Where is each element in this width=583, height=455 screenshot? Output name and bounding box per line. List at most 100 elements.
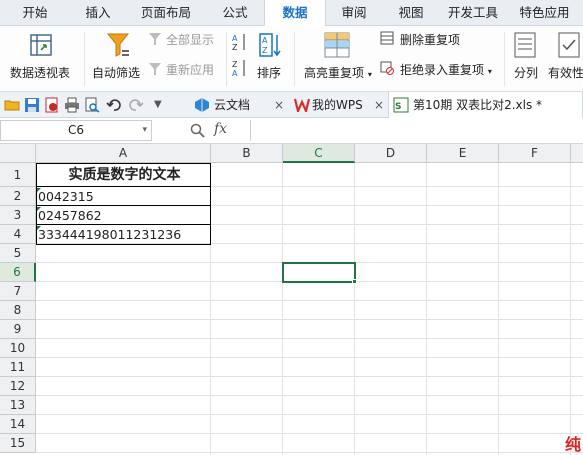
menu-tab-review[interactable]: 审阅	[326, 0, 382, 26]
row-header-3[interactable]: 3	[0, 206, 36, 225]
row-header-5[interactable]: 5	[0, 244, 36, 263]
cell-a1[interactable]: 实质是数字的文本	[36, 163, 211, 187]
print-preview-icon[interactable]	[84, 97, 100, 113]
menu-bar: 开始 插入 页面布局 公式 数据 审阅 视图 开发工具 特色应用	[0, 0, 583, 27]
column-header-c[interactable]: C	[283, 144, 355, 163]
grid-line	[36, 414, 583, 415]
row-header-7[interactable]: 7	[0, 282, 36, 301]
reject-duplicates-icon	[380, 61, 394, 75]
grid-line	[354, 163, 355, 455]
row-header-8[interactable]: 8	[0, 301, 36, 320]
menu-tab-home[interactable]: 开始	[0, 0, 70, 26]
column-header-d[interactable]: D	[355, 144, 427, 163]
fill-handle[interactable]	[352, 279, 357, 284]
svg-text:A: A	[232, 34, 238, 43]
row-header-12[interactable]: 12	[0, 377, 36, 396]
pivot-table-icon	[30, 34, 52, 56]
select-all-corner[interactable]	[0, 144, 36, 163]
watermark: 纯	[564, 435, 581, 454]
sort-descending-icon[interactable]: ZA	[232, 58, 248, 78]
doc-tab-my-wps[interactable]: 我的WPS ×	[290, 92, 386, 118]
sort-button[interactable]: A Z 排序	[254, 28, 288, 88]
sheet-grid: A B C D E F 1 2 3 4 5 6 7 8 9 10 11 12 1…	[0, 144, 583, 455]
grid-line	[570, 163, 571, 455]
row-header-4[interactable]: 4	[0, 225, 36, 244]
ribbon-separator	[226, 32, 227, 86]
selected-cell-c6[interactable]	[282, 262, 356, 283]
menu-tab-special[interactable]: 特色应用	[506, 0, 583, 26]
zoom-function-icon[interactable]	[190, 123, 206, 139]
folder-icon[interactable]	[4, 97, 20, 113]
name-box-value: C6	[67, 123, 84, 137]
cell-a3[interactable]: 02457862	[36, 206, 211, 225]
grid-line	[36, 319, 583, 320]
column-header-f[interactable]: F	[499, 144, 571, 163]
row-header-2[interactable]: 2	[0, 187, 36, 206]
formula-input[interactable]	[250, 120, 583, 141]
filter-icon	[106, 33, 130, 57]
column-header-b[interactable]: B	[211, 144, 283, 163]
cell-a2[interactable]: 0042315	[36, 187, 211, 206]
close-icon[interactable]: ×	[374, 92, 384, 118]
name-box[interactable]: C6 ▾	[0, 120, 152, 141]
undo-icon[interactable]	[106, 97, 122, 113]
show-all-label: 全部显示	[166, 33, 215, 47]
row-header-9[interactable]: 9	[0, 320, 36, 339]
ribbon-separator	[294, 32, 295, 86]
sort-label: 排序	[257, 66, 282, 80]
doc-tab-cloud[interactable]: 云文档 ×	[190, 92, 288, 118]
cell-a4[interactable]: 333444198011231236	[36, 225, 211, 244]
ribbon-separator	[84, 32, 85, 86]
validity-label: 有效性	[548, 66, 583, 80]
menu-tab-view[interactable]: 视图	[382, 0, 440, 26]
validity-icon	[558, 32, 580, 58]
reapply-label: 重新应用	[166, 63, 215, 77]
remove-duplicates-button[interactable]: 删除重复项	[380, 30, 490, 48]
error-indicator-icon[interactable]	[37, 188, 41, 192]
row-header-13[interactable]: 13	[0, 396, 36, 415]
reject-duplicates-button[interactable]: 拒绝录入重复项 ▾	[380, 60, 500, 78]
quick-access-dropdown-icon[interactable]: ▼	[154, 97, 168, 113]
row-header-15[interactable]: 15	[0, 434, 36, 453]
save-icon[interactable]	[24, 97, 40, 113]
menu-tab-page-layout[interactable]: 页面布局	[126, 0, 206, 26]
column-header-g[interactable]	[571, 144, 583, 163]
svg-text:Z: Z	[232, 43, 238, 52]
auto-filter-button[interactable]: 自动筛选	[90, 28, 146, 88]
highlight-duplicates-button[interactable]: 高亮重复项 ▾	[300, 28, 374, 88]
svg-text:A: A	[262, 36, 268, 45]
sort-ascending-icon[interactable]: AZ	[232, 32, 248, 52]
menu-tab-data[interactable]: 数据	[264, 0, 326, 27]
row-header-1[interactable]: 1	[0, 163, 36, 187]
menu-tab-insert[interactable]: 插入	[70, 0, 126, 26]
redo-icon[interactable]	[128, 97, 144, 113]
error-indicator-icon[interactable]	[37, 207, 41, 211]
menu-tab-developer[interactable]: 开发工具	[440, 0, 506, 26]
chevron-down-icon[interactable]: ▾	[142, 121, 147, 140]
formula-bar: C6 ▾ fx	[0, 118, 583, 144]
insert-function-icon[interactable]: fx	[214, 121, 227, 137]
column-header-a[interactable]: A	[36, 144, 211, 163]
print-icon[interactable]	[64, 97, 80, 113]
chevron-down-icon: ▾	[487, 67, 492, 76]
row-header-14[interactable]: 14	[0, 415, 36, 434]
pivot-table-button[interactable]: 数据透视表	[6, 28, 76, 88]
chevron-down-icon: ▾	[367, 70, 372, 79]
column-header-e[interactable]: E	[427, 144, 499, 163]
menu-tab-formulas[interactable]: 公式	[206, 0, 264, 26]
wps-logo-icon	[294, 98, 310, 112]
row-header-10[interactable]: 10	[0, 339, 36, 358]
show-all-button[interactable]: 全部显示	[148, 30, 222, 48]
doc-tab-active-file-label: 第10期 双表比对2.xls *	[413, 98, 543, 112]
validity-button[interactable]: 有效性	[546, 28, 583, 88]
close-icon[interactable]: ×	[274, 92, 284, 118]
row-header-11[interactable]: 11	[0, 358, 36, 377]
text-to-columns-button[interactable]: 分列	[508, 28, 542, 88]
cloud-docs-icon	[195, 98, 209, 112]
export-pdf-icon[interactable]	[44, 97, 60, 113]
ribbon-data: 数据透视表 自动筛选 全部显示 重新应用 AZ Z A A Z 排序 高亮重复项…	[0, 26, 583, 92]
reapply-button[interactable]: 重新应用	[148, 60, 222, 78]
error-indicator-icon[interactable]	[37, 226, 41, 230]
doc-tab-active-file[interactable]: S 第10期 双表比对2.xls *	[388, 92, 583, 118]
row-header-6[interactable]: 6	[0, 263, 36, 282]
